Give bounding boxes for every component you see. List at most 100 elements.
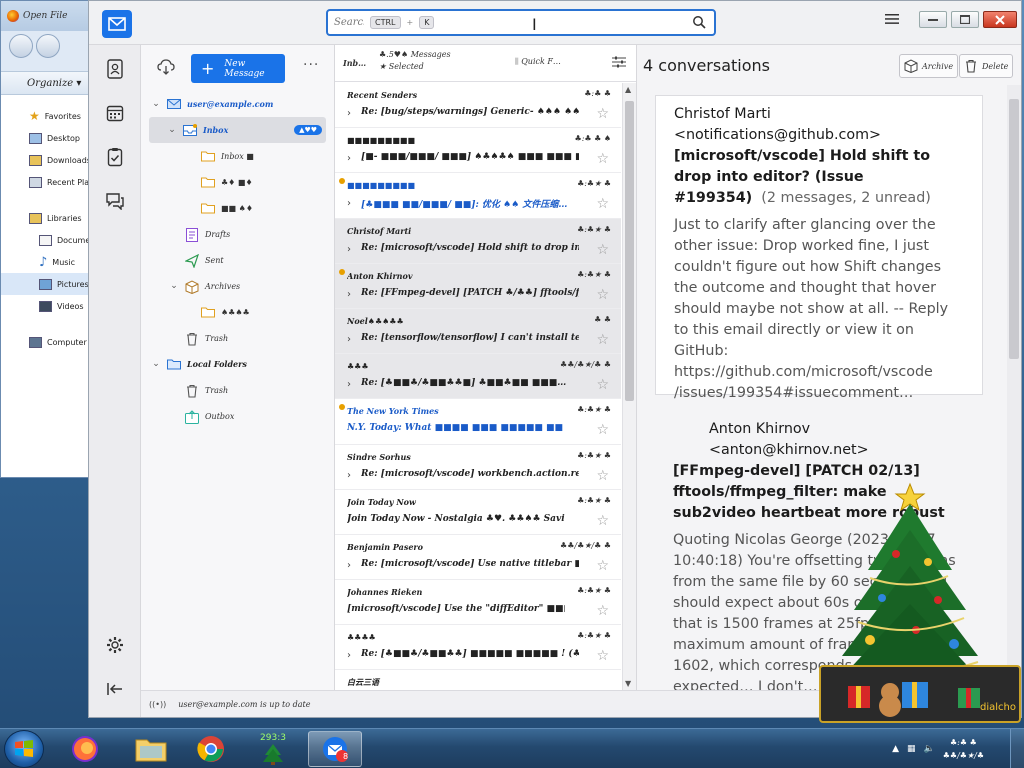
thread-expand-icon[interactable]: › [347, 244, 351, 255]
explorer-item-videos[interactable]: Videos [1, 295, 95, 317]
network-icon[interactable]: ▦ [907, 744, 916, 754]
scrollbar-thumb[interactable] [1009, 99, 1019, 359]
local-folders-row[interactable]: ⌄ Local Folders [141, 351, 334, 377]
folder-local-trash[interactable]: Trash [141, 377, 334, 403]
folder-sub-1[interactable]: Inbox ■ [141, 143, 334, 169]
star-icon[interactable]: ☆ [596, 648, 609, 664]
folder-sent[interactable]: Sent [141, 247, 334, 273]
list-display-options-icon[interactable] [612, 56, 626, 70]
chat-button[interactable] [103, 189, 127, 213]
taskbar-firefox[interactable] [58, 731, 112, 767]
thread-expand-icon[interactable]: › [347, 198, 351, 209]
star-icon[interactable]: ☆ [596, 242, 609, 258]
search-icon[interactable] [692, 15, 706, 32]
folder-outbox[interactable]: Outbox [141, 403, 334, 429]
explorer-item-favorites[interactable]: ★ Favorites [1, 105, 95, 127]
star-icon[interactable]: ☆ [596, 558, 609, 574]
message-row[interactable]: Join Today Now ♣:♣★ ♣ Join Today Now - Nos… [335, 490, 621, 535]
explorer-item-music[interactable]: ♪ Music [1, 251, 95, 273]
star-icon[interactable]: ☆ [596, 422, 609, 438]
thread-expand-icon[interactable]: › [347, 560, 351, 571]
app-menu-icon[interactable] [885, 13, 899, 28]
back-button[interactable] [9, 34, 33, 58]
global-search-box[interactable]: Search… CTRL + K [326, 9, 716, 36]
star-icon[interactable]: ☆ [596, 151, 609, 167]
message-row[interactable]: The New York Times ♣:♣★ ♣ N.Y. Today: What… [335, 399, 621, 445]
taskbar-tree-gadget[interactable]: 293:3 [246, 731, 300, 767]
folder-sub-2[interactable]: ♣♦ ■♦ [141, 169, 334, 195]
message-row[interactable]: Benjamin Pasero ♣♣/♣★/♣ ♣ › Re: [microsoft/… [335, 535, 621, 581]
star-icon[interactable]: ☆ [596, 377, 609, 393]
explorer-item-recent[interactable]: Recent Places [1, 171, 95, 193]
message-row[interactable]: Johannes Rieken ♣:♣★ ♣ [microsoft/vscode] … [335, 580, 621, 626]
thread-expand-icon[interactable]: › [347, 108, 351, 119]
message-row[interactable]: ♣♣♣♣ ♣:♣★ ♣ › Re: [♣■■♣/♣■■♣♣] ■■■■■ ■■■■■ … [335, 625, 621, 671]
star-icon[interactable]: ☆ [596, 287, 609, 303]
tasks-button[interactable] [103, 145, 127, 169]
account-row[interactable]: ⌄ user@example.com [141, 91, 334, 117]
minimize-button[interactable] [919, 11, 947, 28]
delete-button[interactable]: Delete [959, 54, 1014, 78]
explorer-item-documents[interactable]: Documents [1, 229, 95, 251]
message-list-scrollbar[interactable]: ▲ ▼ [622, 83, 636, 690]
thread-expand-icon[interactable]: › [347, 289, 351, 300]
quick-filter-button[interactable]: ⫼ Quick F… [515, 57, 561, 67]
message-row[interactable]: Anton Khirnov ♣:♣★ ♣ › Re: [FFmpeg-devel] [… [335, 263, 621, 309]
clock[interactable]: ♣:♣ ♣ ♣♣/♣★/♣ [943, 736, 984, 762]
get-messages-button[interactable] [157, 59, 175, 78]
mail-space-button[interactable] [102, 10, 132, 38]
explorer-item-libraries[interactable]: Libraries [1, 207, 95, 229]
volume-icon[interactable]: 🔈 [924, 744, 935, 754]
collapse-spaces-button[interactable] [103, 677, 127, 701]
tray-expand-icon[interactable]: ▲ [892, 744, 899, 754]
message-row[interactable]: Recent Senders ♣:♣ ♣ › Re: [bug/steps/warni… [335, 83, 621, 129]
explorer-item-pictures[interactable]: Pictures [1, 273, 95, 295]
calendar-button[interactable] [103, 101, 127, 125]
message-row[interactable]: Sindre Sorhus ♣:♣★ ♣ › Re: [microsoft/vscod… [335, 445, 621, 490]
explorer-item-downloads[interactable]: Downloads [1, 149, 95, 171]
folder-archives[interactable]: ⌄ Archives [141, 273, 334, 299]
address-book-button[interactable] [103, 57, 127, 81]
message-row[interactable]: ♣♣♣ ♣♣/♣★/♣ ♣ › Re: [♣■■♣/♣■■♣♣■] ♣■■♣■■ ■■… [335, 354, 621, 400]
star-icon[interactable]: ☆ [596, 513, 609, 529]
forward-button[interactable] [36, 34, 60, 58]
message-row[interactable]: Noel♠♣♠♣♣ ♣ ♣ › Re: [tensorflow/tensorflow]… [335, 308, 621, 355]
folder-archive-year[interactable]: ♠♣♠♣ [141, 299, 334, 325]
new-message-button[interactable]: + New Message [191, 54, 285, 83]
scroll-down-icon[interactable]: ▼ [625, 679, 631, 688]
star-icon[interactable]: ☆ [596, 106, 609, 122]
thread-expand-icon[interactable]: › [347, 650, 351, 661]
folder-inbox[interactable]: ⌄ Inbox ▲♥♥ [149, 117, 326, 143]
maximize-button[interactable] [951, 11, 979, 28]
message-row[interactable]: ■■■■■■■■■ ♣:♣★ ♣ › [♣■■■ ■■/■■■/ ■■]: 优化 ♠♠… [335, 173, 621, 219]
star-icon[interactable]: ☆ [596, 196, 609, 212]
folder-pane-menu-icon[interactable]: ··· [303, 57, 319, 73]
start-button[interactable] [4, 730, 44, 768]
thread-expand-icon[interactable]: › [347, 379, 351, 390]
taskbar-thunderbird[interactable]: 8 [308, 731, 362, 767]
show-desktop-button[interactable] [1010, 729, 1024, 768]
message-row[interactable]: ■■■■■■■■■ ♣:♣ ♣ ♠ › [■- ■■■/■■■/ ■■■] ♠♣♠♣♠… [335, 128, 621, 174]
close-button[interactable] [983, 11, 1017, 28]
settings-button[interactable] [103, 633, 127, 657]
archive-button[interactable]: Archive [899, 54, 959, 78]
message-row[interactable]: 白云三语☆ [335, 670, 621, 690]
thread-expand-icon[interactable]: › [347, 470, 351, 481]
online-status-icon[interactable]: ((•)) [149, 700, 166, 709]
organize-menu[interactable]: Organize ▾ [1, 71, 95, 95]
taskbar-chrome[interactable] [184, 731, 238, 767]
star-icon[interactable]: ☆ [596, 603, 609, 619]
taskbar-explorer[interactable] [124, 731, 178, 767]
folder-drafts[interactable]: Drafts [141, 221, 334, 247]
thread-expand-icon[interactable]: › [347, 153, 351, 164]
scroll-up-icon[interactable]: ▲ [625, 85, 631, 94]
star-icon[interactable]: ☆ [596, 468, 609, 484]
folder-trash[interactable]: Trash [141, 325, 334, 351]
explorer-item-desktop[interactable]: Desktop [1, 127, 95, 149]
star-icon[interactable]: ☆ [596, 332, 609, 348]
thread-expand-icon[interactable]: › [347, 334, 351, 345]
folder-sub-3[interactable]: ■■ ♠♦ [141, 195, 334, 221]
scrollbar-thumb[interactable] [625, 101, 634, 401]
conversation-card[interactable]: Christof Marti <notifications@github.com… [655, 95, 983, 401]
message-row[interactable]: Christof Marti ♣:♣★ ♣ › Re: [microsoft/vsco… [335, 218, 621, 264]
